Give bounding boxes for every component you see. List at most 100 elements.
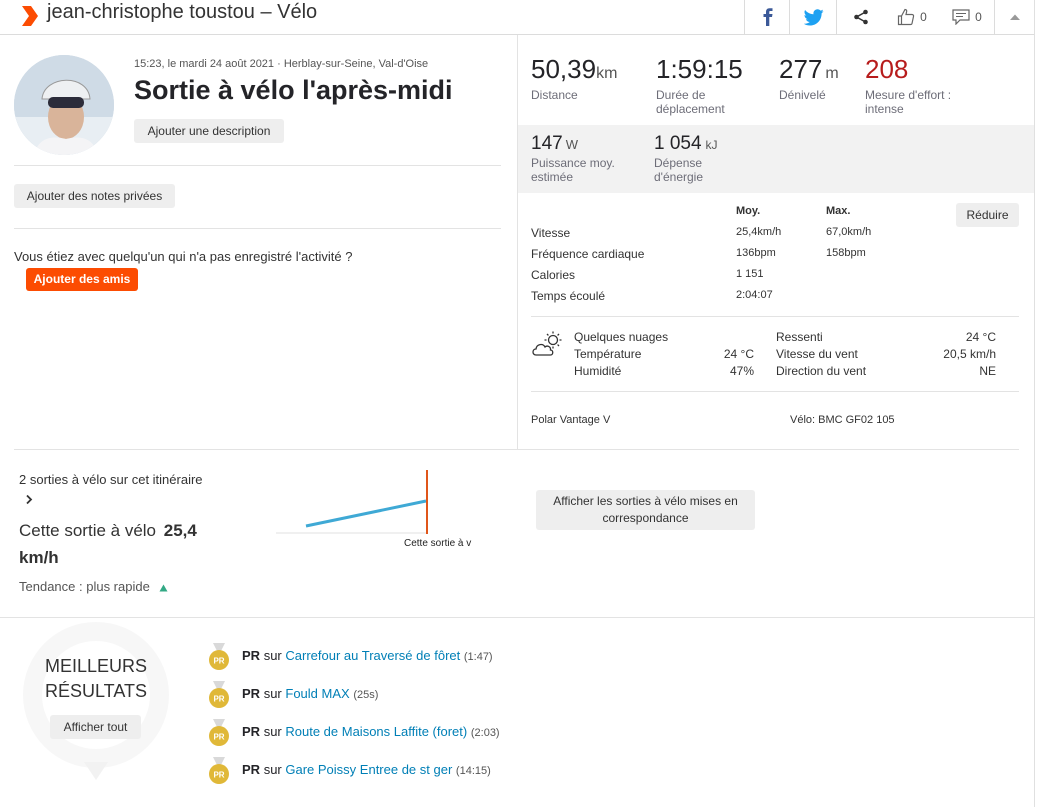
kudos-button[interactable]: 0 — [884, 0, 940, 34]
divider — [14, 165, 501, 166]
avatar-photo — [14, 55, 114, 155]
trend-text: Tendance : plus rapide — [19, 579, 168, 594]
elevation-label: Dénivelé — [779, 88, 826, 102]
moving-time-label-line1: Durée de — [656, 88, 706, 102]
comment-icon — [952, 9, 970, 25]
pr-row-text: PR sur Fould MAX (25s) — [242, 686, 378, 701]
best-results-title-line1: MEILLEURS — [44, 656, 148, 676]
column-header-avg: Moy. — [736, 205, 761, 217]
laurel-wreath-icon — [23, 622, 169, 780]
pr-medal-icon: PR — [209, 757, 229, 784]
stat-effort[interactable]: 208 — [865, 54, 908, 85]
segment-link[interactable]: Gare Poissy Entree de st ger — [285, 762, 452, 777]
elevation-value: 277 — [779, 54, 823, 84]
power-value: 147 — [531, 133, 563, 154]
weather-wind-dir-value: NE — [979, 364, 996, 378]
share-icon — [854, 9, 868, 25]
stat-energy: 1 054 kJ — [654, 133, 718, 155]
moving-time-value: 1:59:15 — [656, 54, 743, 84]
thumbs-up-icon — [898, 8, 915, 26]
divider — [531, 316, 1019, 317]
detail-label: Vitesse — [531, 226, 571, 240]
add-friends-button[interactable]: Ajouter des amis — [26, 268, 138, 291]
this-ride-unit: km/h — [19, 548, 59, 567]
distance-unit: km — [596, 65, 618, 82]
detail-label: Calories — [531, 268, 576, 282]
list-item: PR PR sur Carrefour au Traversé de fôret… — [208, 643, 808, 671]
bike-name[interactable]: Vélo: BMC GF02 105 — [790, 414, 895, 426]
pr-badge-text: PR — [213, 733, 224, 742]
detail-avg: 2:04:07 — [736, 289, 773, 301]
weather-humidity-label: Humidité — [574, 364, 622, 378]
energy-value: 1 054 — [654, 133, 702, 154]
pr-row-text: PR sur Gare Poissy Entree de st ger (14:… — [242, 762, 491, 777]
list-item: PR PR sur Gare Poissy Entree de st ger (… — [208, 757, 808, 785]
column-divider — [517, 35, 518, 449]
matched-rides-count[interactable]: 2 sorties à vélo sur cet itinéraire — [19, 472, 203, 487]
moving-time-label: Durée de déplacement — [656, 88, 725, 116]
detail-avg: 25,4km/h — [736, 226, 782, 238]
pr-row-text: PR sur Route de Maisons Laffite (foret) … — [242, 724, 500, 739]
pr-sur: sur — [263, 648, 282, 663]
twitter-icon — [803, 8, 824, 25]
twitter-share-button[interactable] — [789, 0, 837, 34]
add-description-button[interactable]: Ajouter une description — [134, 119, 284, 143]
reduce-button[interactable]: Réduire — [956, 203, 1019, 227]
weather-temp-label: Température — [574, 347, 642, 361]
segment-time: (25s) — [353, 689, 379, 701]
partly-cloudy-icon — [532, 331, 562, 356]
best-results-title-line2: RÉSULTATS — [44, 681, 147, 701]
distance-label: Distance — [531, 88, 578, 102]
column-header-max: Max. — [826, 205, 851, 217]
elevation-unit: m — [825, 65, 839, 82]
segment-link[interactable]: Fould MAX — [285, 686, 349, 701]
pr-badge-text: PR — [213, 771, 224, 780]
energy-label: Dépense d'énergie — [654, 156, 703, 184]
weather-humidity-value: 47% — [729, 364, 754, 378]
strava-chevron-icon — [22, 6, 38, 26]
chevron-right-icon[interactable] — [25, 494, 33, 505]
show-all-button[interactable]: Afficher tout — [50, 715, 141, 739]
collapse-header-button[interactable] — [994, 0, 1035, 34]
pr-label: PR — [242, 648, 261, 663]
athlete-avatar[interactable] — [14, 55, 114, 155]
chevron-up-icon — [1010, 14, 1020, 20]
pr-badge-text: PR — [213, 657, 224, 666]
show-matched-rides-button[interactable]: Afficher les sorties à vélo mises en cor… — [536, 490, 755, 530]
pr-label: PR — [242, 724, 261, 739]
divider — [14, 449, 1019, 450]
header-title: jean-christophe toustou – Vélo — [47, 1, 318, 23]
segment-time: (1:47) — [463, 651, 493, 663]
power-label-line2: estimée — [531, 170, 574, 184]
pr-label: PR — [242, 686, 261, 701]
detail-max: 158bpm — [826, 247, 866, 259]
segment-time: (2:03) — [470, 727, 500, 739]
pr-row-text: PR sur Carrefour au Traversé de fôret (1… — [242, 648, 493, 663]
segment-link[interactable]: Route de Maisons Laffite (foret) — [285, 724, 467, 739]
moving-time-label-line2: déplacement — [656, 102, 725, 116]
divider — [0, 617, 1034, 618]
this-ride-speed: Cette sortie à vélo 25,4 — [19, 521, 197, 541]
effort-label-line1: Mesure d'effort : — [865, 88, 952, 102]
pr-medal-icon: PR — [209, 719, 229, 746]
pr-sur: sur — [263, 686, 282, 701]
pr-label: PR — [242, 762, 261, 777]
power-label: Puissance moy. estimée — [531, 156, 615, 184]
segment-link[interactable]: Carrefour au Traversé de fôret — [285, 648, 460, 663]
detail-label: Fréquence cardiaque — [531, 247, 645, 261]
weather-wind-speed-label: Vitesse du vent — [776, 347, 858, 361]
distance-value: 50,39 — [531, 54, 597, 84]
comments-button[interactable]: 0 — [940, 0, 994, 34]
share-button[interactable] — [836, 0, 885, 34]
energy-label-line1: Dépense — [654, 156, 703, 170]
detail-avg: 1 151 — [736, 268, 764, 280]
device-name: Polar Vantage V — [531, 414, 611, 426]
add-private-notes-button[interactable]: Ajouter des notes privées — [14, 184, 175, 208]
weather-condition: Quelques nuages — [574, 330, 669, 344]
facebook-share-button[interactable] — [744, 0, 790, 34]
stat-moving-time: 1:59:15 — [656, 54, 743, 85]
effort-label: Mesure d'effort : intense — [865, 88, 951, 116]
divider — [531, 391, 1019, 392]
stat-distance: 50,39km — [531, 54, 617, 85]
power-label-line1: Puissance moy. — [531, 156, 615, 170]
